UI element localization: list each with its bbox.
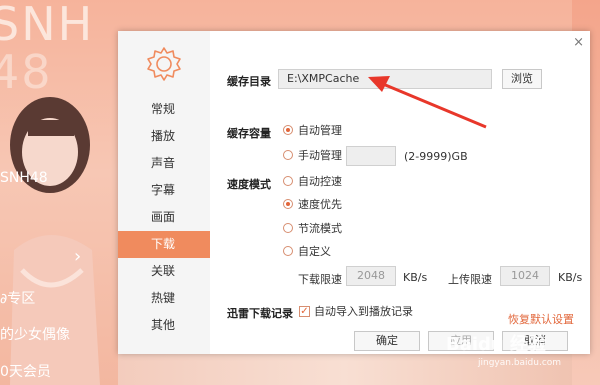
background-group-label: SNH48 [0, 170, 48, 186]
download-settings-panel: 缓存目录 E:\XMPCache 浏览 缓存容量 自动管理 手动管理 (2-99… [210, 31, 590, 354]
nav-item-hotkey[interactable]: 热键 [118, 285, 210, 312]
ok-button[interactable]: 确定 [354, 331, 420, 351]
download-limit-unit: KB/s [403, 271, 428, 284]
speed-throttle-label: 节流模式 [298, 222, 342, 235]
upload-limit-field[interactable]: 1024 [500, 266, 550, 286]
thunder-import-checkbox[interactable]: ✓ [299, 306, 310, 317]
thunder-import-label: 自动导入到播放记录 [314, 305, 413, 318]
speed-custom-radio[interactable] [283, 246, 293, 256]
cache-size-field[interactable] [346, 146, 396, 166]
nav-item-download[interactable]: 下载 [118, 231, 210, 258]
background-line-1: ∂专区 [0, 291, 36, 307]
nav-item-other[interactable]: 其他 [118, 312, 210, 339]
nav-item-video[interactable]: 画面 [118, 204, 210, 231]
nav-item-general[interactable]: 常规 [118, 96, 210, 123]
upload-limit-unit: KB/s [558, 271, 583, 284]
thunder-records-label: 迅雷下载记录 [227, 307, 293, 320]
gear-icon [147, 47, 181, 81]
cache-size-range-hint: (2-9999)GB [404, 150, 468, 163]
download-limit-field[interactable]: 2048 [346, 266, 396, 286]
nav-item-playback[interactable]: 播放 [118, 123, 210, 150]
nav-item-association[interactable]: 关联 [118, 258, 210, 285]
baidu-watermark: Baidu 经验 [446, 334, 547, 355]
cache-manual-label: 手动管理 [298, 149, 342, 162]
cache-manual-radio[interactable] [283, 150, 293, 160]
upload-limit-label: 上传限速 [448, 273, 492, 286]
speed-priority-radio[interactable] [283, 199, 293, 209]
cache-auto-label: 自动管理 [298, 124, 342, 137]
speed-priority-label: 速度优先 [298, 198, 342, 211]
browse-button[interactable]: 浏览 [502, 69, 542, 89]
cache-auto-radio[interactable] [283, 125, 293, 135]
cache-dir-label: 缓存目录 [227, 75, 271, 88]
settings-nav: 常规 播放 声音 字幕 画面 下载 关联 热键 其他 [118, 31, 210, 354]
background-line-3: 0天会员 [0, 364, 51, 380]
download-limit-label: 下载限速 [298, 273, 342, 286]
baidu-watermark-url: jingyan.baidu.com [478, 358, 562, 368]
nav-item-audio[interactable]: 声音 [118, 150, 210, 177]
cache-size-label: 缓存容量 [227, 127, 271, 140]
speed-mode-label: 速度模式 [227, 178, 271, 191]
settings-dialog: 常规 播放 声音 字幕 画面 下载 关联 热键 其他 × 缓存目录 E:\XMP… [118, 31, 590, 354]
speed-auto-radio[interactable] [283, 176, 293, 186]
speed-auto-label: 自动控速 [298, 175, 342, 188]
cache-dir-field[interactable]: E:\XMPCache [278, 69, 492, 89]
chevron-right-icon[interactable]: › [74, 246, 81, 267]
nav-item-subtitle[interactable]: 字幕 [118, 177, 210, 204]
speed-throttle-radio[interactable] [283, 223, 293, 233]
background-line-2: 的少女偶像 [0, 327, 70, 343]
restore-defaults-link[interactable]: 恢复默认设置 [508, 311, 574, 327]
speed-custom-label: 自定义 [298, 245, 331, 258]
